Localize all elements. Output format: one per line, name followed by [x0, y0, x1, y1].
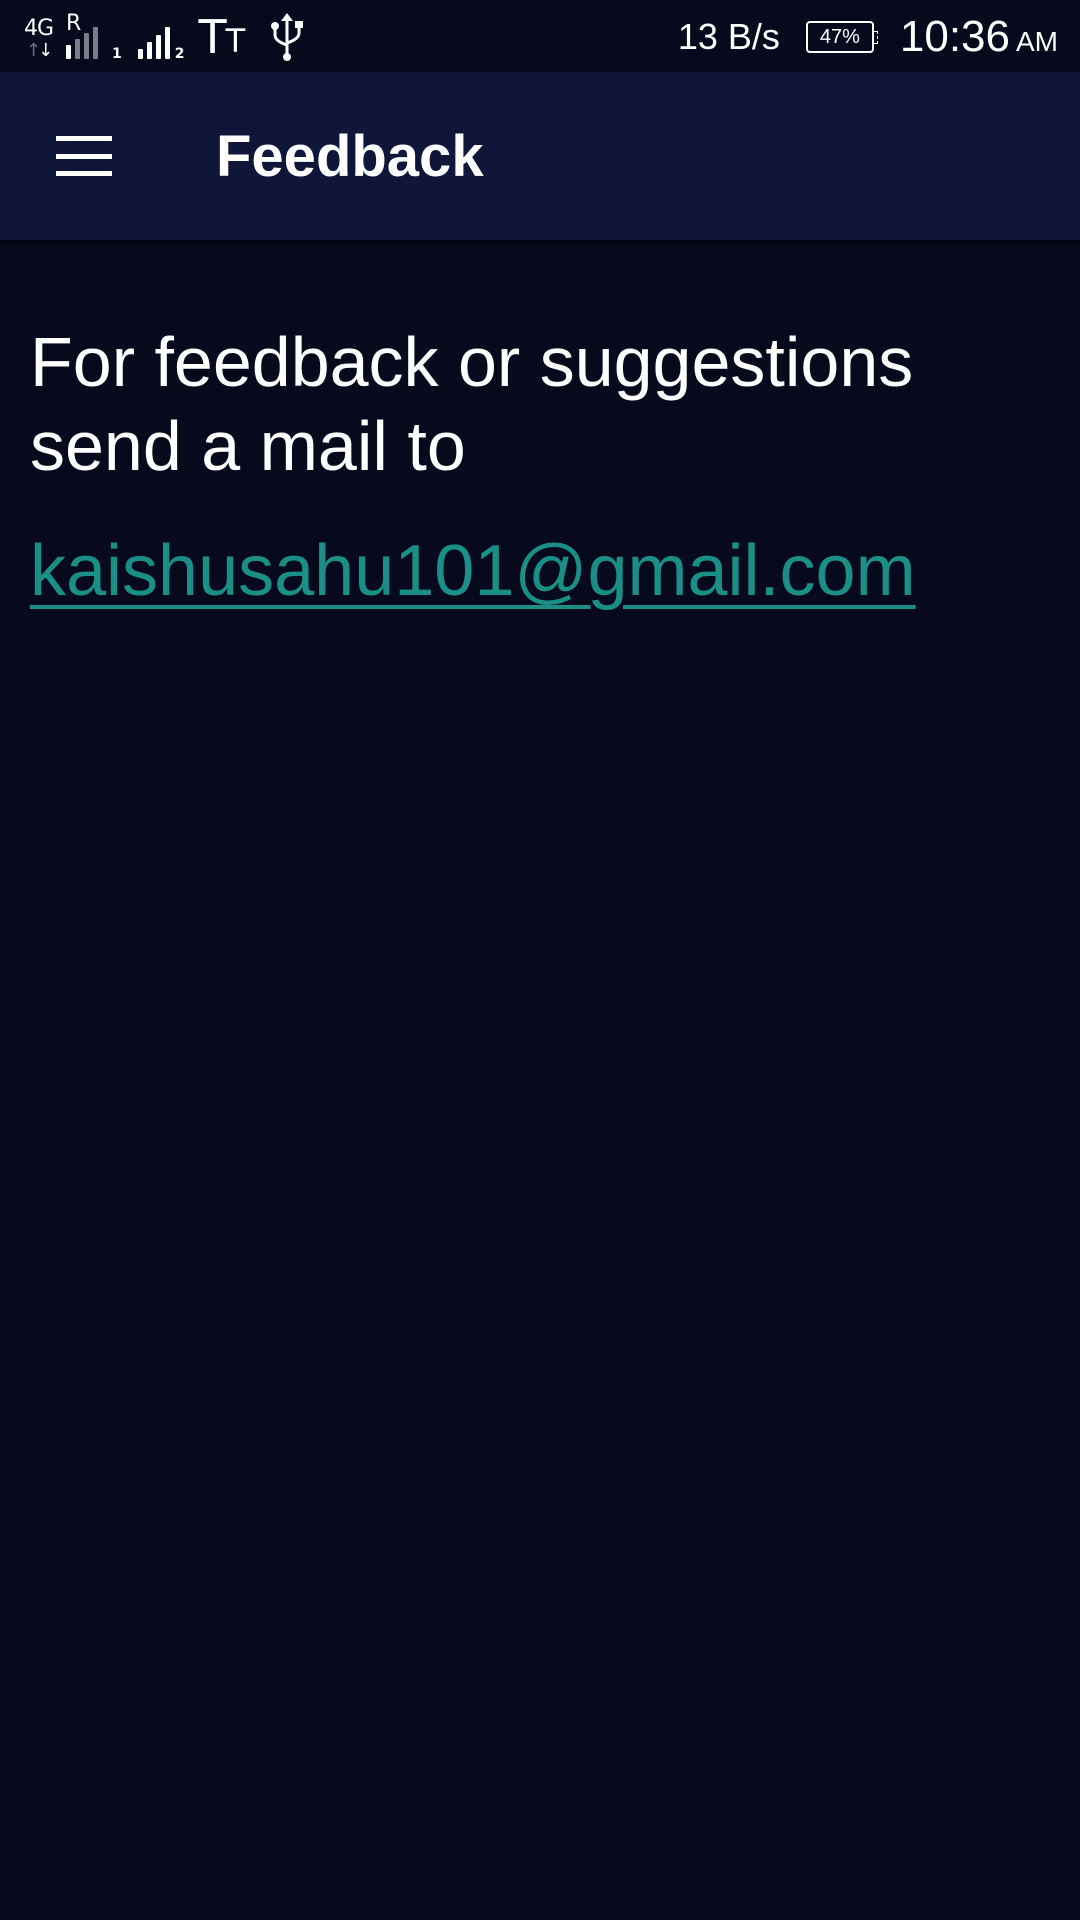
clock-ampm: AM [1016, 26, 1058, 57]
sim2-index: 2 [174, 46, 185, 62]
status-bar-right: 13 B/s 47% 10:36 AM [678, 10, 1058, 64]
page-title: Feedback [216, 124, 484, 189]
network-type-icon: 4G ↑↓ [24, 12, 64, 62]
signal-bar [146, 42, 152, 59]
status-bar-left: 4G ↑↓ R 1 2 TT [24, 10, 307, 64]
signal-bar [84, 33, 89, 59]
usb-icon [271, 13, 304, 61]
signal-bar [66, 45, 71, 59]
roaming-indicator: R [66, 11, 82, 36]
feedback-screen: 4G ↑↓ R 1 2 TT 13 B/s 47% 10:36 AM Feedb… [0, 0, 1080, 1920]
app-bar: Feedback [0, 72, 1080, 240]
feedback-content: For feedback or suggestions send a mail … [30, 320, 1040, 614]
battery-percent: 47% [819, 25, 860, 48]
signal-bar [164, 27, 170, 59]
network-type-label: 4G [24, 16, 54, 41]
sim2-signal-icon: 2 [137, 25, 185, 62]
network-speed: 13 B/s [677, 16, 780, 57]
clock: 10:36 AM [900, 12, 1058, 62]
email-link[interactable]: kaishusahu101@gmail.com [30, 528, 916, 614]
hamburger-menu-icon [56, 136, 112, 176]
sim1-index: 1 [112, 46, 122, 62]
sim1-signal-icon: R 1 [66, 11, 122, 62]
navigation-menu-button[interactable] [36, 114, 132, 198]
text-size-icon: TT [198, 10, 246, 64]
clock-time: 10:36 [899, 12, 1010, 61]
signal-bar [137, 49, 143, 59]
feedback-message: For feedback or suggestions send a mail … [30, 323, 914, 485]
signal-bar [155, 35, 161, 59]
status-bar: 4G ↑↓ R 1 2 TT 13 B/s 47% 10:36 AM [0, 0, 1080, 72]
battery-icon: 47% [805, 21, 878, 53]
signal-bar [75, 39, 80, 59]
signal-bar [93, 27, 98, 59]
data-activity-icon: ↑↓ [26, 40, 53, 61]
